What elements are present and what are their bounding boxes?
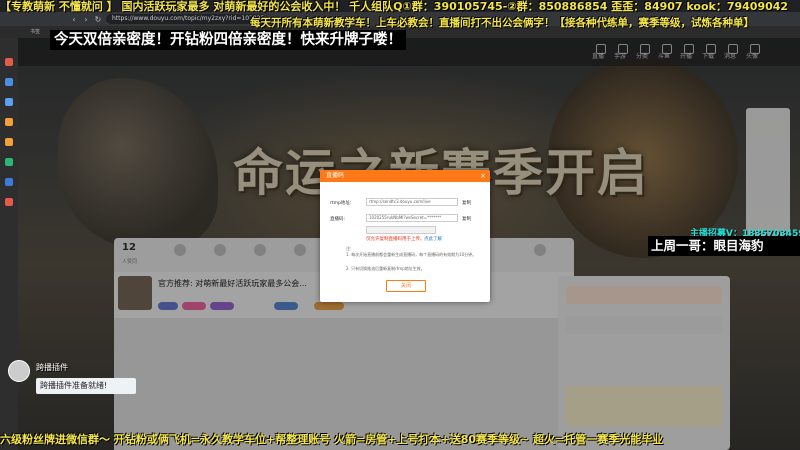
intimacy-banner: 今天双倍亲密度！开钻粉四倍亲密度！快来升牌子喽！ — [50, 30, 406, 50]
modal-title: 直播码 — [326, 172, 345, 179]
close-icon[interactable]: × — [480, 170, 486, 182]
note-2: 2. 只有切换推流后重新复制rtmp地址生效。 — [346, 266, 425, 271]
app-icon[interactable] — [5, 98, 13, 106]
top-fan-banner: 上周一哥：眼目海豹 — [648, 236, 800, 256]
key-label: 直播码: — [330, 217, 346, 222]
copy-rtmp-button[interactable]: 复制 — [462, 200, 471, 206]
app-icon[interactable] — [5, 118, 13, 126]
key-field-masked[interactable] — [366, 226, 436, 234]
top-marquee: 【专教萌新 不懂就问 】 国内活跃玩家最多 对萌新最好的公会收入中！ 千人组队Q… — [0, 0, 789, 13]
note-1: 1. 每次开始直播前都会重新生成直播码，每个直播码的有效期为10分钟。 — [346, 252, 477, 257]
browser-side-rail — [0, 38, 18, 450]
plugin-name: 跨播插件 — [36, 363, 68, 372]
bottom-marquee: 六级粉丝牌进微信群～ 开钻粉或俩飞机=永久教学车位+帮整理账号 火箭=房管+上号… — [0, 433, 664, 446]
rtmp-field[interactable]: rtmp://sendtc3.douyu.com/live — [366, 198, 458, 206]
key-field[interactable]: 1020255rukNbMI?wsSecret=******* — [366, 214, 458, 222]
copy-key-button[interactable]: 复制 — [462, 216, 471, 222]
app-icon[interactable] — [5, 178, 13, 186]
app-icon[interactable] — [5, 78, 13, 86]
reload-icon[interactable]: ↻ — [94, 15, 102, 24]
app-icon[interactable] — [5, 58, 13, 66]
back-icon[interactable]: ‹ — [70, 15, 78, 24]
second-marquee: 每天开所有本萌新教学车！上车必教会！直播间打不出公会俩字！【接各种代练单，赛季等… — [250, 17, 754, 29]
plugin-avatar — [8, 360, 30, 382]
url-field[interactable]: https://www.douyu.com/topic/my2zxy?rid=1… — [106, 14, 266, 24]
learn-more-link[interactable]: 点此了解 — [424, 236, 442, 242]
close-button[interactable]: 关闭 — [386, 280, 426, 292]
app-icon[interactable] — [5, 158, 13, 166]
warning-text: 仅允许复制直播码用于上传。 — [366, 237, 425, 242]
modal-header: 直播码 × — [320, 170, 490, 182]
stream-code-modal: 直播码 × rtmp地址: rtmp://sendtc3.douyu.com/l… — [320, 170, 490, 302]
forward-icon[interactable]: › — [82, 15, 90, 24]
plugin-toast: 跨播插件准备就绪! — [36, 378, 136, 394]
app-icon[interactable] — [5, 138, 13, 146]
rtmp-label: rtmp地址: — [330, 201, 352, 206]
app-icon[interactable] — [5, 198, 13, 206]
screen-root: ‹ › ↻ https://www.douyu.com/topic/my2zxy… — [0, 0, 800, 450]
